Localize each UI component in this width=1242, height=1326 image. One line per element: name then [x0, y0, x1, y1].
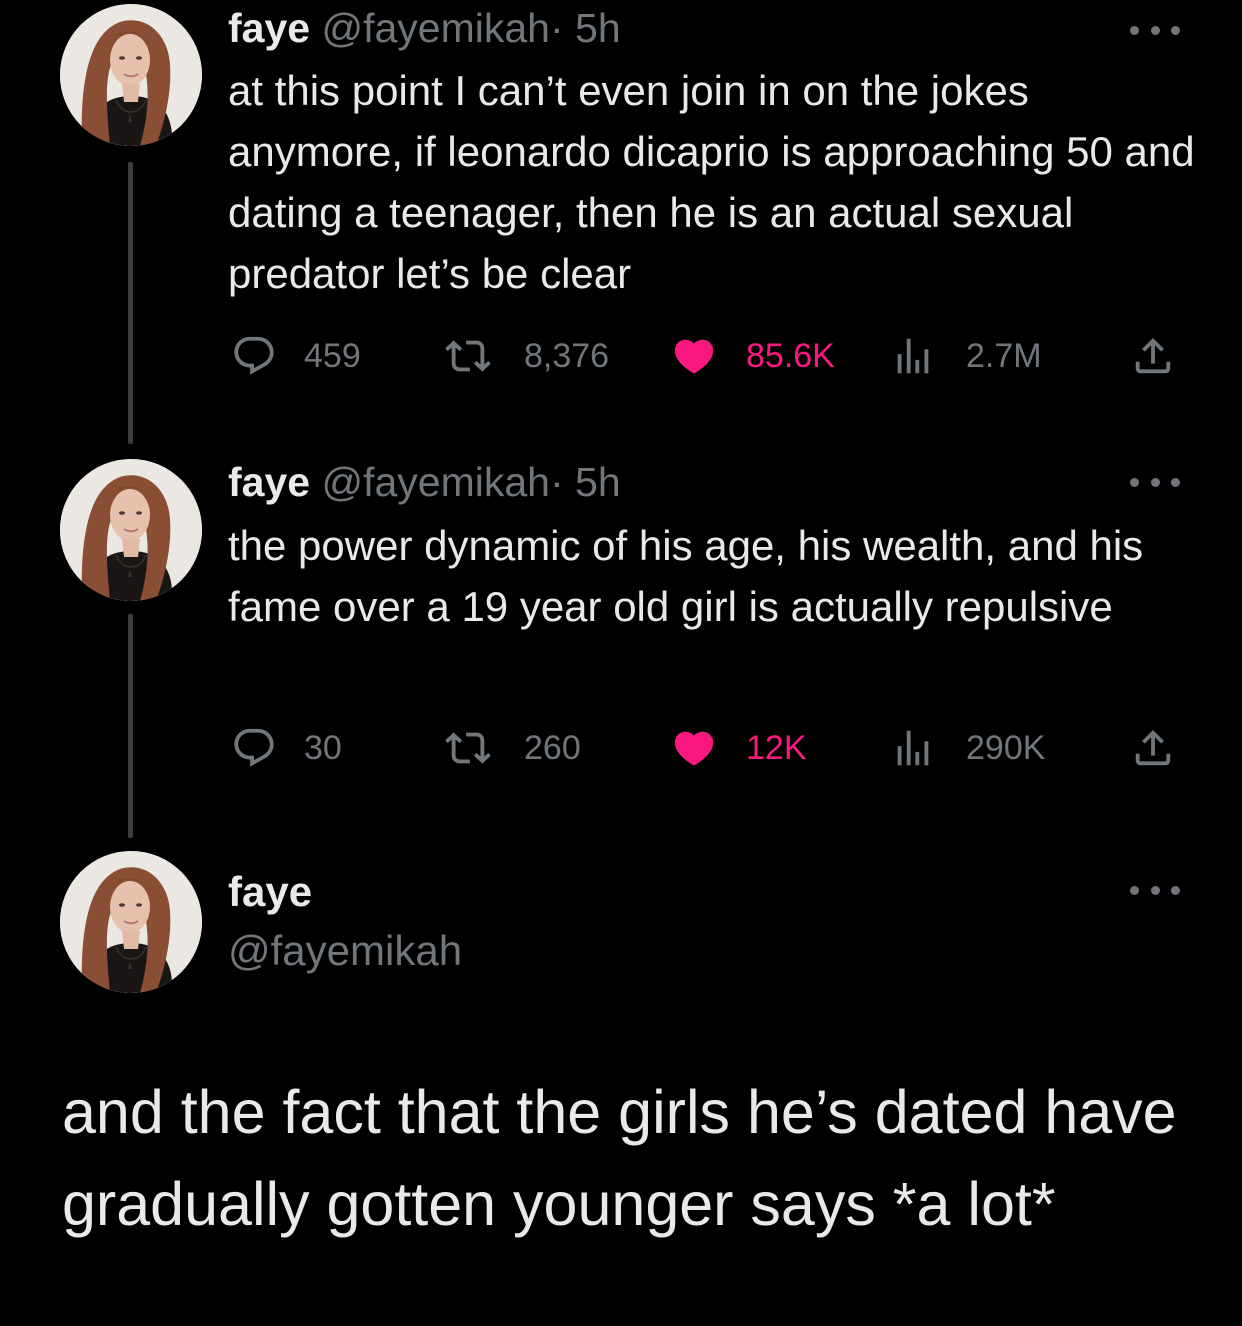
views-button[interactable]: 2.7M: [890, 333, 1042, 379]
tweet-text: the power dynamic of his age, his wealth…: [228, 522, 1144, 630]
views-count: 290K: [966, 728, 1046, 767]
avatar[interactable]: [60, 851, 202, 993]
display-name[interactable]: faye: [228, 866, 312, 918]
tweet-text: at this point I can’t even join in on th…: [228, 67, 1195, 297]
views-icon: [890, 725, 936, 771]
tweet-actions: 459 8,376 85.6K 2.7M: [228, 333, 1178, 379]
user-handle[interactable]: @fayemikah: [321, 5, 549, 51]
display-name[interactable]: faye: [228, 459, 310, 505]
like-count: 12K: [746, 728, 807, 767]
reply-icon: [228, 725, 280, 771]
separator: ·: [549, 459, 564, 505]
timestamp[interactable]: 5h: [575, 459, 621, 505]
like-button[interactable]: 12K: [668, 725, 807, 771]
thread-connector-line: [128, 162, 133, 444]
retweet-icon: [442, 333, 494, 379]
reply-icon: [228, 333, 280, 379]
reply-count: 30: [304, 728, 342, 767]
reply-count: 459: [304, 336, 361, 375]
user-handle[interactable]: @fayemikah: [228, 925, 462, 977]
heart-icon: [668, 333, 720, 379]
views-button[interactable]: 290K: [890, 725, 1045, 771]
more-icon[interactable]: [1130, 882, 1180, 898]
more-icon[interactable]: [1130, 474, 1180, 490]
share-icon: [1130, 725, 1176, 771]
avatar[interactable]: [60, 459, 202, 601]
user-handle[interactable]: @fayemikah: [321, 459, 549, 505]
retweet-icon: [442, 725, 494, 771]
main-tweet-text: and the fact that the girls he’s dated h…: [62, 1078, 1177, 1238]
reply-button[interactable]: 459: [228, 333, 361, 379]
more-icon[interactable]: [1130, 22, 1180, 38]
like-count: 85.6K: [746, 336, 835, 375]
tweet-header: faye @fayemikah· 5h: [228, 458, 621, 506]
like-button[interactable]: 85.6K: [668, 333, 835, 379]
avatar[interactable]: [60, 4, 202, 146]
thread-connector-line: [128, 614, 133, 838]
heart-icon: [668, 725, 720, 771]
display-name[interactable]: faye: [228, 5, 310, 51]
share-icon: [1130, 333, 1176, 379]
separator: ·: [549, 5, 564, 51]
share-button[interactable]: [1130, 725, 1176, 771]
reply-button[interactable]: 30: [228, 725, 342, 771]
views-icon: [890, 333, 936, 379]
retweet-button[interactable]: 260: [442, 725, 581, 771]
retweet-count: 8,376: [524, 336, 610, 375]
tweet-header: faye @fayemikah· 5h: [228, 4, 621, 52]
share-button[interactable]: [1130, 333, 1176, 379]
views-count: 2.7M: [966, 336, 1042, 375]
tweet-actions: 30 260 12K 290K: [228, 725, 1178, 771]
retweet-count: 260: [524, 728, 581, 767]
timestamp[interactable]: 5h: [575, 5, 621, 51]
retweet-button[interactable]: 8,376: [442, 333, 609, 379]
